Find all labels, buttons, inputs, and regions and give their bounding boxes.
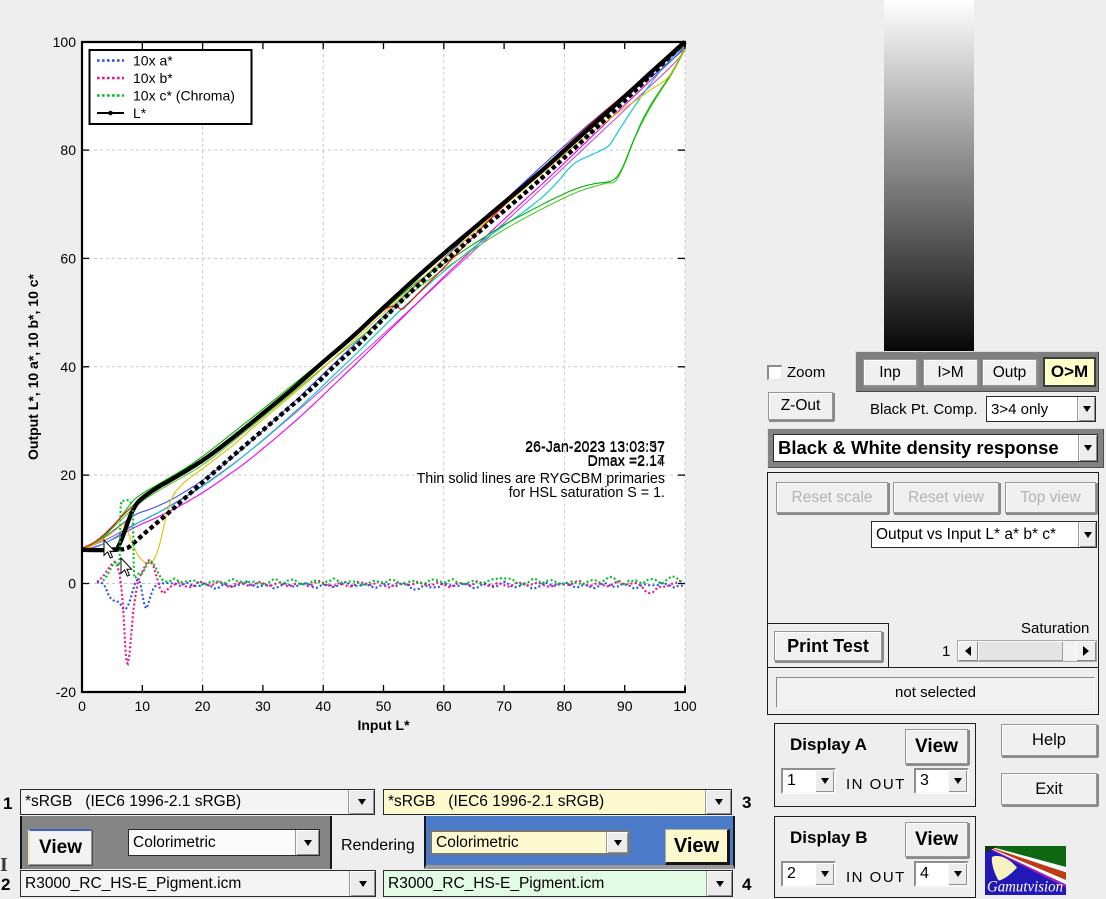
svg-text:Input L*: Input L* [357,717,410,733]
svg-text:40: 40 [315,698,331,714]
svg-text:Output L*, 10 a*, 10 b*, 10 c*: Output L*, 10 a*, 10 b*, 10 c* [25,273,41,460]
svg-text:10: 10 [135,698,151,714]
svg-text:90: 90 [617,698,633,714]
svg-text:0: 0 [68,576,76,592]
svg-text:20: 20 [195,698,211,714]
svg-text:60: 60 [60,250,76,266]
svg-text:60: 60 [436,698,452,714]
svg-text:40: 40 [60,359,76,375]
svg-text:20: 20 [60,467,76,483]
svg-text:-20: -20 [56,684,76,700]
svg-text:30: 30 [255,698,271,714]
svg-text:10x a*: 10x a* [133,53,173,69]
svg-text:80: 80 [60,142,76,158]
svg-text:Dmax =2.17: Dmax =2.17 [588,453,666,469]
svg-text:100: 100 [673,698,697,714]
svg-text:50: 50 [376,698,392,714]
svg-text:70: 70 [496,698,512,714]
svg-text:10x c* (Chroma): 10x c* (Chroma) [133,88,235,104]
svg-text:for HSL saturation S = 1.: for HSL saturation S = 1. [509,485,665,501]
svg-text:80: 80 [557,698,573,714]
svg-text:100: 100 [53,34,77,50]
svg-text:10x b*: 10x b* [133,70,173,86]
svg-text:0: 0 [78,698,86,714]
svg-text:L*: L* [133,105,147,121]
svg-text:Gamutvision: Gamutvision [987,879,1063,896]
